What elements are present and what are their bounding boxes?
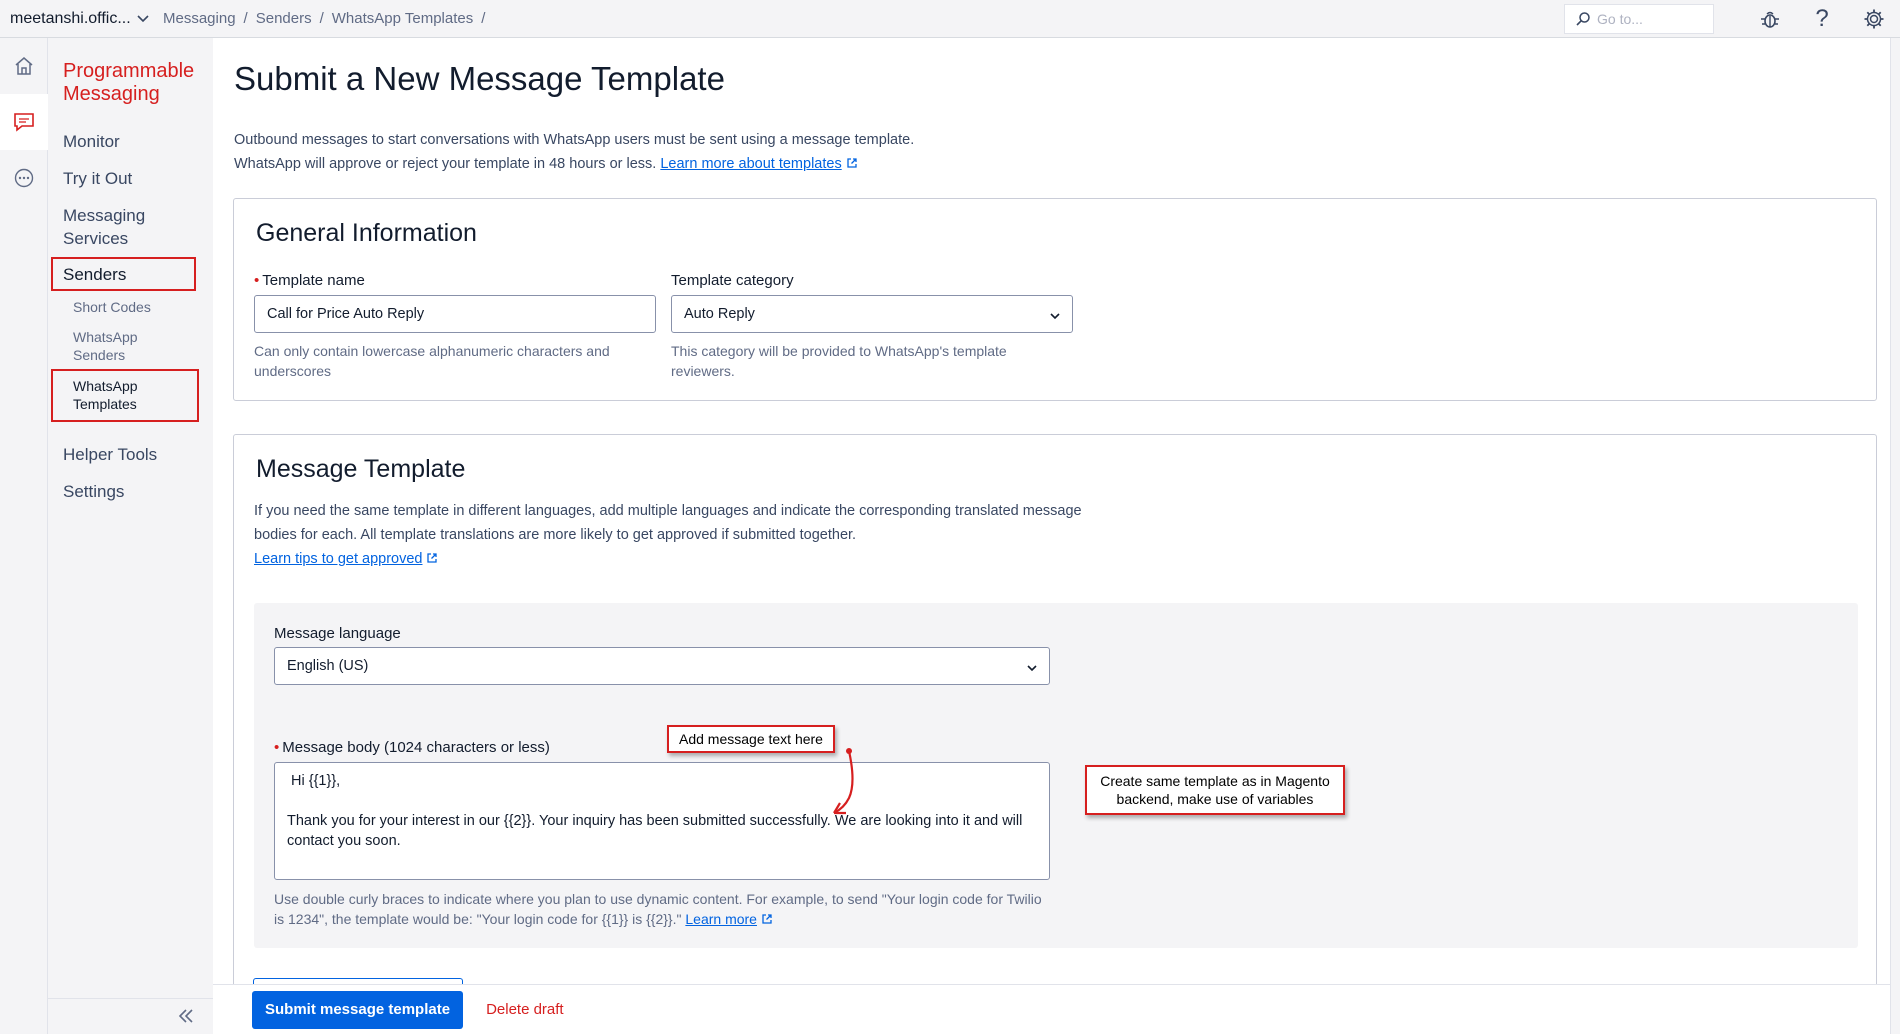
message-language-label: Message language [274, 625, 401, 642]
rail-more[interactable] [0, 150, 48, 206]
intro-line-2-text: WhatsApp will approve or reject your tem… [234, 156, 657, 172]
intro-text: Outbound messages to start conversations… [234, 128, 914, 177]
general-information-card: General Information • Template name Call … [233, 198, 1877, 401]
message-template-description: If you need the same template in differe… [254, 499, 1084, 572]
message-language-value: English (US) [287, 658, 369, 674]
nav-item-monitor[interactable]: Monitor [63, 130, 120, 153]
chevron-down-icon [1050, 308, 1060, 324]
message-body-help-text: Use double curly braces to indicate wher… [274, 891, 1042, 927]
breadcrumb-separator: / [319, 10, 324, 27]
rail-messaging[interactable] [0, 94, 48, 150]
chevron-down-icon [1027, 660, 1037, 676]
template-category-help: This category will be provided to WhatsA… [671, 343, 1007, 379]
template-name-label-text: Template name [262, 272, 365, 289]
breadcrumb-messaging[interactable]: Messaging [163, 10, 236, 27]
top-bar: meetanshi.offic... Messaging / Senders /… [0, 0, 1900, 38]
general-information-title: General Information [256, 219, 477, 247]
action-footer: Submit message template Delete draft [213, 984, 1900, 1034]
delete-draft-button[interactable]: Delete draft [486, 1001, 564, 1018]
nav-item-senders[interactable]: Senders [63, 263, 126, 286]
template-name-help: Can only contain lowercase alphanumeric … [254, 343, 610, 379]
template-name-input[interactable]: Call for Price Auto Reply [254, 295, 656, 333]
goto-placeholder: Go to... [1597, 11, 1643, 27]
page-scrollbar[interactable] [1890, 38, 1900, 1034]
more-dots-icon [14, 168, 34, 188]
breadcrumb-senders[interactable]: Senders [256, 10, 312, 27]
nav-item-helper-tools[interactable]: Helper Tools [63, 443, 157, 466]
rail-home[interactable] [0, 38, 48, 94]
message-body-label-text: Message body (1024 characters or less) [282, 739, 550, 756]
intro-line-2: WhatsApp will approve or reject your tem… [234, 152, 914, 177]
nav-sub-whatsapp-templates[interactable]: WhatsApp Templates [73, 377, 153, 413]
nav-sub-short-codes[interactable]: Short Codes [73, 298, 151, 316]
debugger-bug-icon[interactable] [1744, 0, 1796, 38]
nav-sub-whatsapp-senders[interactable]: WhatsApp Senders [73, 328, 153, 364]
learn-more-link[interactable]: Learn more [685, 911, 757, 927]
settings-gear-icon[interactable] [1848, 0, 1900, 38]
required-marker: • [254, 272, 260, 289]
annotation-same-template: Create same template as in Magento backe… [1085, 765, 1345, 815]
account-name: meetanshi.offic... [10, 9, 131, 27]
learn-more-templates-link[interactable]: Learn more about templates [660, 156, 841, 172]
message-body-label: • Message body (1024 characters or less) [274, 739, 550, 756]
top-right-tools: Go to... ? [1564, 0, 1900, 38]
external-link-icon [761, 910, 773, 930]
message-template-description-text: If you need the same template in differe… [254, 503, 1082, 543]
intro-line-1: Outbound messages to start conversations… [234, 132, 915, 148]
help-icon[interactable]: ? [1796, 0, 1848, 38]
learn-tips-link[interactable]: Learn tips to get approved [254, 551, 422, 567]
required-marker: • [274, 739, 280, 756]
message-body-line-2: Thank you for your interest in our {{2}}… [287, 813, 1023, 849]
external-link-icon [846, 153, 858, 177]
goto-search-input[interactable]: Go to... [1564, 4, 1714, 34]
message-language-select[interactable]: English (US) [274, 647, 1050, 685]
template-category-label: Template category [671, 272, 794, 289]
message-template-title: Message Template [256, 455, 466, 483]
double-chevron-left-icon [177, 1004, 195, 1030]
breadcrumb-separator: / [481, 10, 486, 27]
home-icon [15, 57, 33, 75]
collapse-nav-button[interactable] [48, 998, 213, 1034]
nav-item-settings[interactable]: Settings [63, 480, 124, 503]
external-link-icon [426, 548, 438, 572]
secondary-nav: Programmable Messaging Monitor Try it Ou… [48, 38, 213, 1034]
page-title: Submit a New Message Template [234, 60, 725, 97]
breadcrumb: Messaging / Senders / WhatsApp Templates… [163, 10, 493, 27]
message-body-line-1: Hi {{1}}, [291, 773, 341, 789]
product-rail [0, 38, 48, 1034]
nav-product-title[interactable]: Programmable Messaging [63, 60, 213, 106]
message-body-help: Use double curly braces to indicate wher… [274, 889, 1050, 930]
template-category-select[interactable]: Auto Reply [671, 295, 1073, 333]
template-name-label: • Template name [254, 272, 365, 289]
chevron-down-icon [137, 12, 149, 26]
message-body-textarea[interactable]: Hi {{1}}, Thank you for your interest in… [274, 762, 1050, 880]
search-icon [1576, 12, 1590, 26]
breadcrumb-separator: / [243, 10, 248, 27]
nav-item-try-it-out[interactable]: Try it Out [63, 167, 132, 190]
message-template-card: Message Template If you need the same te… [233, 434, 1877, 994]
language-panel: Message language English (US) • Message b… [254, 603, 1858, 948]
template-category-value: Auto Reply [684, 306, 755, 322]
nav-item-messaging-services[interactable]: Messaging Services [63, 204, 173, 250]
breadcrumb-whatsapp-templates[interactable]: WhatsApp Templates [332, 10, 473, 27]
annotation-arrow [833, 748, 854, 815]
main-content: Submit a New Message Template Outbound m… [213, 38, 1900, 1034]
submit-template-button[interactable]: Submit message template [252, 990, 464, 1029]
account-switcher[interactable]: meetanshi.offic... [0, 10, 160, 28]
chat-bubble-icon [14, 113, 34, 132]
